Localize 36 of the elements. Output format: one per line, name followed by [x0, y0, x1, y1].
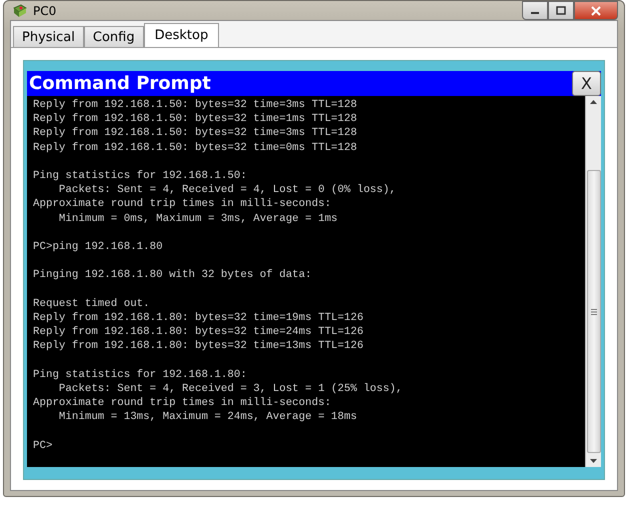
terminal-line: Ping statistics for 192.168.1.80:	[33, 368, 248, 382]
terminal-line: Reply from 192.168.1.50: bytes=32 time=3ms TTL=128	[33, 98, 358, 112]
terminal-line: Reply from 192.168.1.80: bytes=32 time=19ms TTL=126	[33, 310, 364, 326]
terminal-line: Reply from 192.168.1.80: bytes=32 time=13ms TTL=126	[33, 339, 364, 354]
terminal-line: Minimum = 0ms, Maximum = 3ms, Average = 1ms	[58, 212, 339, 226]
scroll-down-icon[interactable]	[590, 459, 597, 464]
maximize-icon	[556, 6, 566, 15]
terminal-line: Reply from 192.168.1.80: bytes=32 time=24ms TTL=126	[33, 325, 364, 340]
terminal-line: Approximate round trip times in milli-seconds:	[33, 396, 332, 410]
maximize-button[interactable]	[548, 1, 574, 20]
terminal-line: PC>	[33, 438, 54, 453]
window-title: PC0	[33, 4, 56, 18]
terminal-line: Packets: Sent = 4, Received = 4, Lost = 0 (0% loss),	[58, 183, 397, 198]
scrollbar-thumb[interactable]	[586, 170, 600, 454]
terminal-line: Ping statistics for 192.168.1.50:	[33, 169, 248, 184]
scroll-up-icon[interactable]	[590, 100, 597, 104]
close-button[interactable]: X	[572, 71, 601, 96]
terminal-line: Approximate round trip times in milli-seconds:	[33, 197, 332, 212]
terminal-line: Reply from 192.168.1.50: bytes=32 time=0ms TTL=128	[33, 140, 358, 155]
terminal-line: Packets: Sent = 4, Received = 3, Lost = 1 (25% loss),	[58, 382, 404, 396]
tab[interactable]: Config	[84, 26, 144, 47]
network-device-icon	[12, 2, 28, 18]
scrollbar[interactable]	[585, 96, 601, 468]
minimize-button[interactable]	[522, 1, 548, 20]
terminal-line: Minimum = 13ms, Maximum = 24ms, Average = 18ms	[58, 410, 358, 425]
terminal-line: Pinging 192.168.1.80 with 32 bytes of data:	[33, 268, 313, 283]
tab[interactable]: Physical	[13, 26, 84, 47]
terminal-line: Reply from 192.168.1.50: bytes=32 time=3ms TTL=128	[33, 126, 358, 141]
close-icon	[590, 6, 602, 16]
tab[interactable]: Desktop	[144, 23, 220, 47]
command-prompt-title: Command Prompt	[28, 72, 211, 96]
terminal-line: Reply from 192.168.1.50: bytes=32 time=1ms TTL=128	[33, 112, 358, 126]
terminal-line: Request timed out.	[33, 296, 151, 311]
terminal-line: PC>ping 192.168.1.80	[33, 240, 164, 254]
grip-icon	[590, 308, 596, 315]
close-button[interactable]	[574, 1, 618, 20]
